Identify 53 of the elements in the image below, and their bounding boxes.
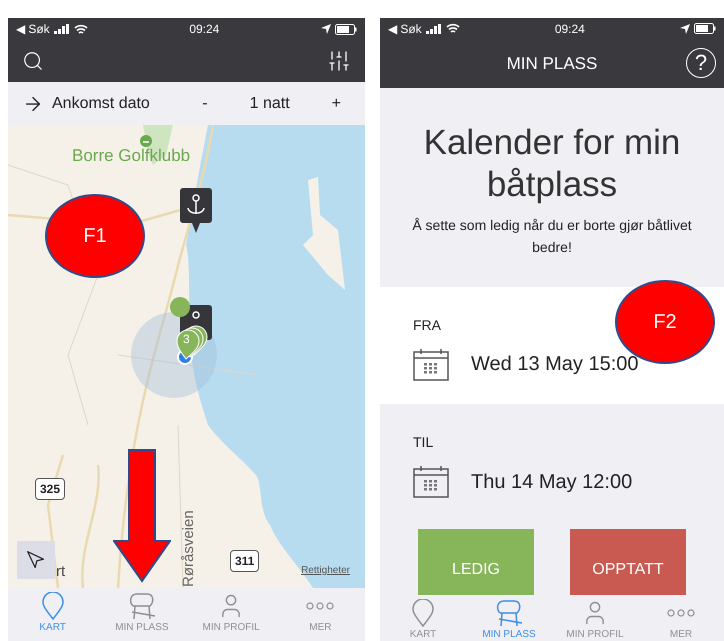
map-pin-icon: [42, 592, 64, 620]
filter-icon[interactable]: [327, 49, 351, 73]
chair-icon: [494, 599, 524, 628]
calendar-heading: Kalender for min båtplass: [422, 122, 682, 206]
route-number: 311: [230, 550, 260, 572]
screen-title: MIN PLASS: [506, 54, 598, 74]
status-time: 09:24: [554, 22, 585, 36]
tab-bar-item[interactable]: MER: [641, 599, 721, 640]
plus-button[interactable]: +: [322, 94, 351, 112]
location-icon: [320, 24, 331, 34]
calendar-icon: [413, 348, 449, 381]
date-label: TIL: [413, 434, 434, 450]
marker-cluster-drawing[interactable]: [170, 297, 212, 365]
help-button[interactable]: ?: [686, 48, 716, 78]
tab-bar-item[interactable]: MIN PLASS: [469, 599, 549, 640]
arrival-date-label[interactable]: Ankomst dato: [52, 94, 184, 112]
tab-bar-item[interactable]: MER: [280, 592, 360, 633]
date-label: FRA: [413, 316, 441, 333]
battery-icon: [334, 24, 357, 34]
signal-icon: [54, 24, 70, 34]
status-back-link[interactable]: ◀ Søk: [388, 22, 422, 36]
minus-button[interactable]: -: [192, 94, 218, 112]
status-time: 09:24: [189, 22, 220, 36]
tab-bar-item[interactable]: KART: [12, 592, 93, 633]
status-back-link[interactable]: ◀ Søk: [16, 22, 50, 36]
route-number: 325: [35, 478, 66, 500]
battery-icon: [694, 23, 716, 34]
location-icon: [680, 24, 690, 34]
golf-icon: [140, 135, 152, 147]
place-label: Borre Golfklubb: [72, 146, 190, 166]
more-icon: [305, 602, 336, 610]
tab-bar-item[interactable]: MIN PLASS: [102, 592, 182, 633]
location-arrow-icon: [26, 550, 46, 570]
wifi-icon: [446, 23, 460, 34]
more-icon: [666, 609, 696, 618]
attribution-link[interactable]: Rettigheter: [301, 565, 350, 576]
tab-bar-item[interactable]: MIN PROFIL: [191, 592, 272, 633]
anchor-marker-icon[interactable]: [180, 188, 212, 233]
nights-value: 1 natt: [248, 94, 291, 112]
calendar-icon: [413, 466, 449, 498]
tab-bar-item[interactable]: MIN PROFIL: [555, 599, 635, 640]
cluster-count: 3: [183, 332, 190, 346]
intro-text: Å sette som ledig når du er borte gjør båtlivet bedre!: [411, 216, 693, 258]
wifi-icon: [74, 24, 88, 34]
status-button[interactable]: OPPTATT: [570, 529, 686, 596]
map-label: rt: [56, 563, 66, 580]
search-icon[interactable]: [22, 50, 44, 72]
signal-icon: [426, 24, 442, 34]
tab-bar-item[interactable]: KART: [383, 599, 463, 640]
locate-button[interactable]: [17, 541, 55, 579]
map-pin-icon: [412, 599, 434, 628]
road-label: Røråsveien: [180, 510, 197, 587]
date-value[interactable]: Thu 14 May 12:00: [471, 470, 632, 494]
